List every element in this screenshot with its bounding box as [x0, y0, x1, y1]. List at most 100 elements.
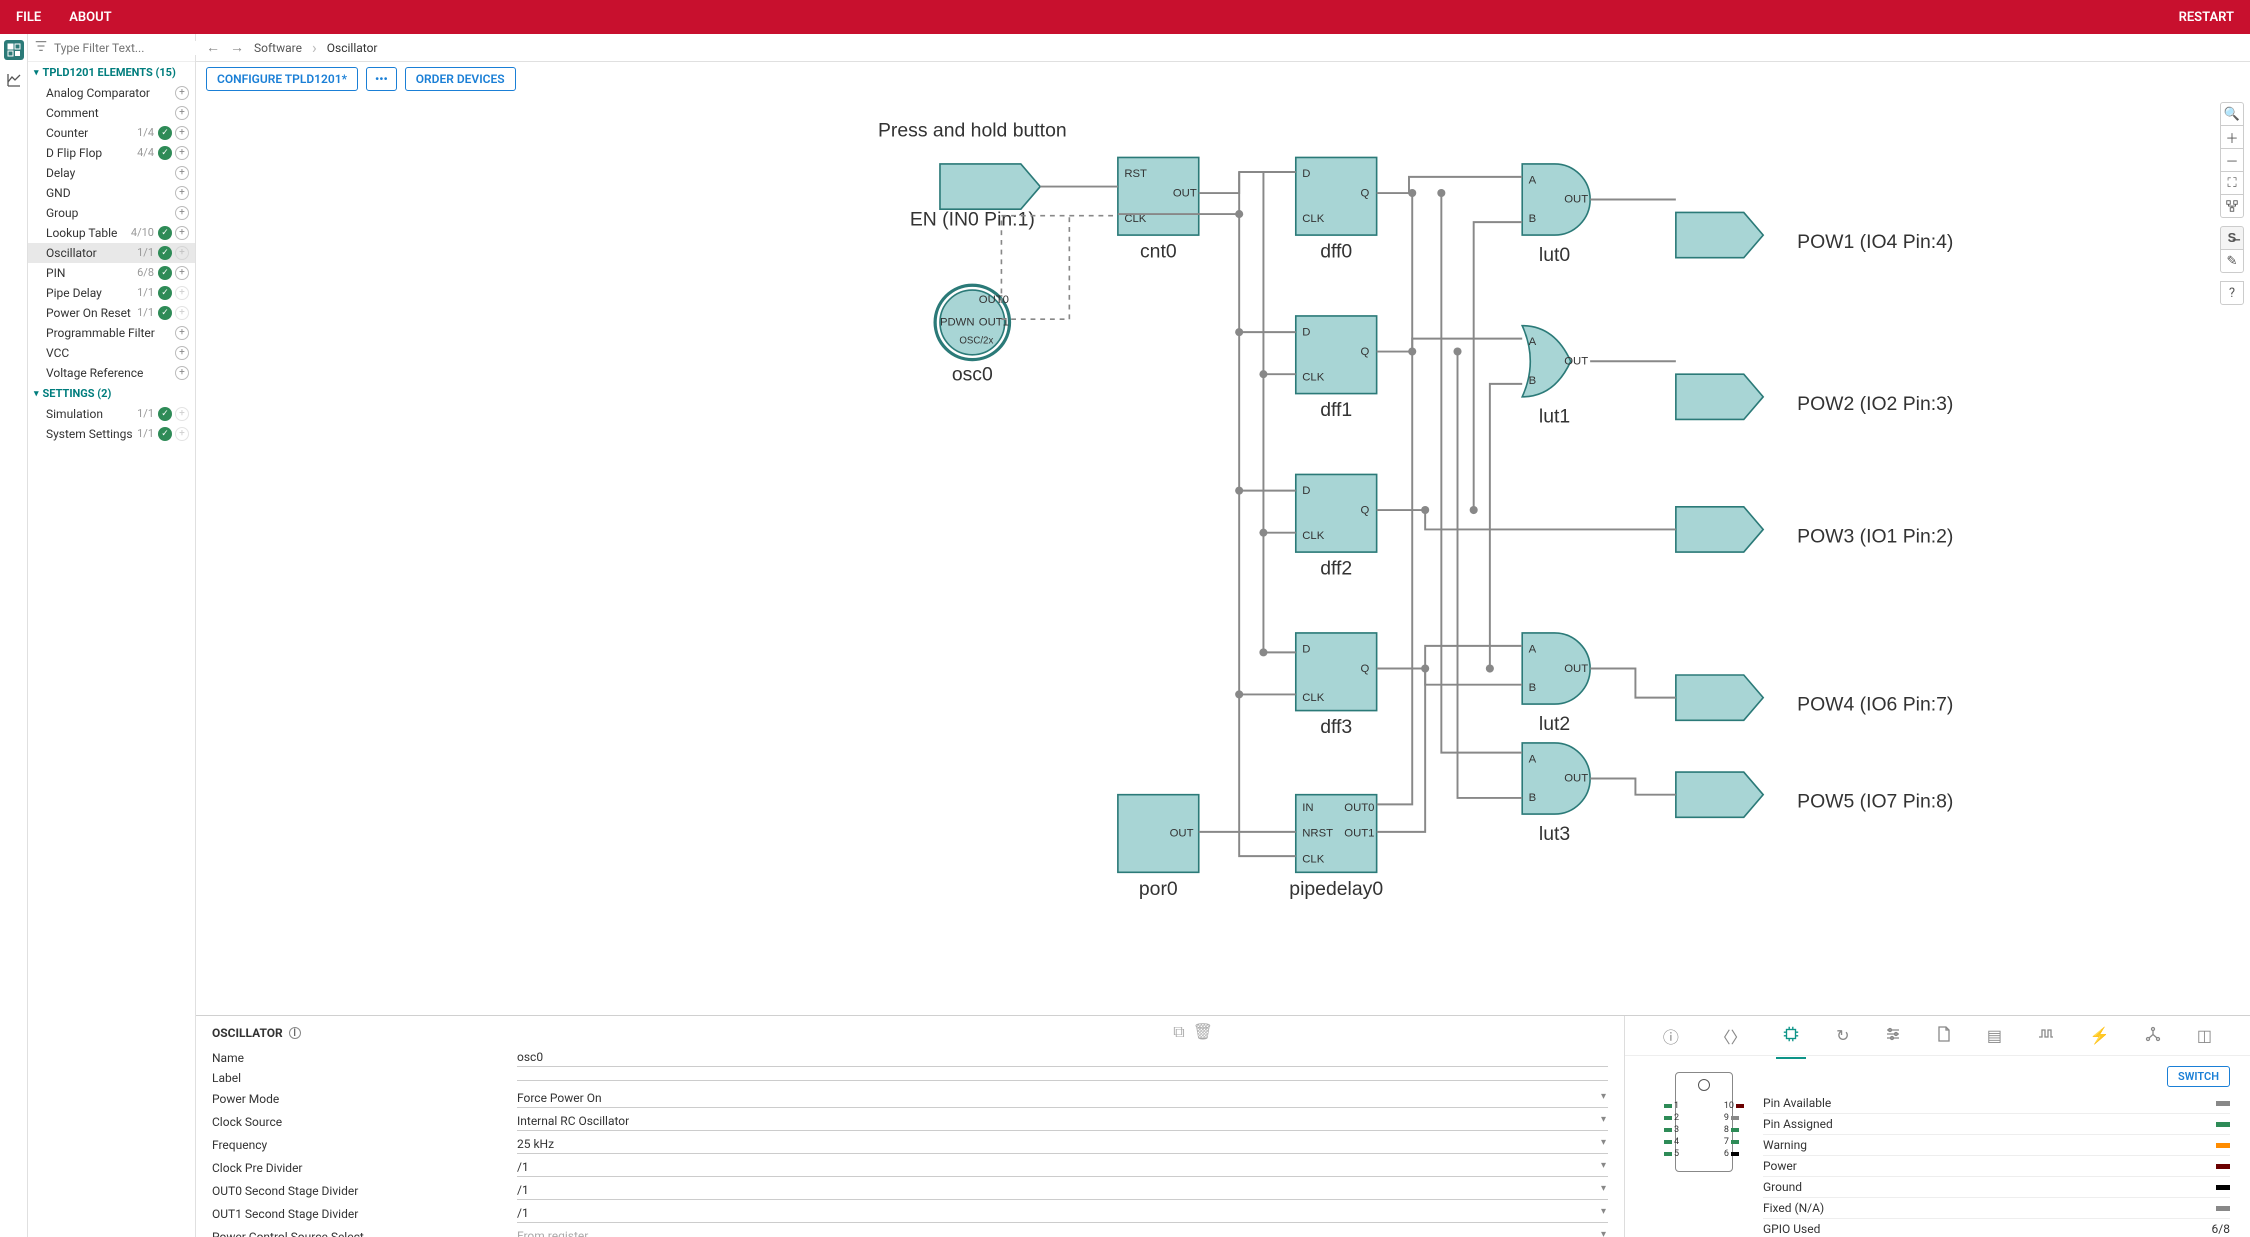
block-pow3[interactable]: POW3 (IO1 Pin:2)	[1676, 507, 1954, 552]
tab-chip-icon[interactable]	[1782, 1025, 1800, 1047]
tree-item[interactable]: Oscillator1/1✓+	[28, 243, 195, 263]
more-actions-button[interactable]: •••	[366, 67, 397, 91]
file-menu[interactable]: FILE	[16, 10, 41, 25]
tree-item[interactable]: Programmable Filter+	[28, 323, 195, 343]
tree-item[interactable]: Voltage Reference+	[28, 363, 195, 383]
route-icon[interactable]: S̶	[2220, 226, 2244, 250]
tab-grid-icon[interactable]: ▤	[1987, 1026, 2002, 1045]
block-lut3[interactable]: A B OUT lut3	[1522, 743, 1590, 845]
tree-item[interactable]: Simulation1/1✓+	[28, 404, 195, 424]
switch-button[interactable]: SWITCH	[2167, 1066, 2230, 1087]
block-cnt0[interactable]: RST OUT CLK cnt0	[1118, 157, 1199, 262]
schematic-canvas[interactable]: .blk { fill:#a8d5d5; stroke:#2b7a78; str…	[196, 96, 2250, 1015]
nav-forward-icon[interactable]: →	[230, 39, 244, 56]
block-por0[interactable]: OUT por0	[1118, 795, 1199, 900]
zoom-search-icon[interactable]: 🔍	[2220, 102, 2244, 126]
property-select[interactable]: 25 kHz	[517, 1135, 1608, 1154]
add-icon[interactable]: +	[175, 186, 189, 200]
block-dff0[interactable]: D Q CLK dff0	[1296, 157, 1377, 262]
tree-item[interactable]: Lookup Table4/10✓+	[28, 223, 195, 243]
block-lut0[interactable]: A B OUT lut0	[1522, 164, 1590, 266]
tree-item[interactable]: Power On Reset1/1✓+	[28, 303, 195, 323]
crumb-software[interactable]: Software	[254, 41, 302, 55]
tree-item[interactable]: Delay+	[28, 163, 195, 183]
block-pow4[interactable]: POW4 (IO6 Pin:7)	[1676, 675, 1954, 720]
zoom-in-icon[interactable]: ＋	[2220, 125, 2244, 149]
property-select[interactable]: /1	[517, 1204, 1608, 1223]
zoom-out-icon[interactable]: －	[2220, 148, 2244, 172]
element-tree[interactable]: ▾ TPLD1201 ELEMENTS (15) Analog Comparat…	[28, 62, 195, 1237]
add-icon[interactable]: +	[175, 126, 189, 140]
block-lut2[interactable]: A B OUT lut2	[1522, 633, 1590, 735]
chart-view-icon[interactable]	[4, 70, 24, 90]
tree-item-count: 4/10	[131, 225, 154, 241]
tab-info-icon[interactable]: ⓘ	[1663, 1024, 1679, 1048]
tab-sliders-icon[interactable]	[1885, 1026, 1901, 1046]
add-icon[interactable]: +	[175, 346, 189, 360]
legend-row: Warning	[1763, 1135, 2230, 1156]
tab-code-icon[interactable]: 〈〉	[1715, 1024, 1747, 1048]
property-input[interactable]: osc0	[517, 1048, 1608, 1067]
block-dff2[interactable]: D Q CLK dff2	[1296, 474, 1377, 579]
block-osc0[interactable]: OUT0 PDWN OUT1 OSC/2x osc0	[935, 285, 1009, 385]
block-pow5[interactable]: POW5 (IO7 Pin:8)	[1676, 772, 1954, 817]
tab-history-icon[interactable]: ↻	[1836, 1026, 1849, 1045]
tree-item[interactable]: D Flip Flop4/4✓+	[28, 143, 195, 163]
configure-button[interactable]: CONFIGURE TPLD1201*	[206, 67, 358, 91]
svg-text:dff3: dff3	[1320, 716, 1352, 738]
nav-back-icon[interactable]: ←	[206, 39, 220, 56]
add-icon[interactable]: +	[175, 106, 189, 120]
delete-icon[interactable]: 🗑	[1193, 1022, 1213, 1042]
property-select[interactable]: /1	[517, 1158, 1608, 1177]
tree-group-settings[interactable]: ▾ SETTINGS (2)	[28, 383, 195, 404]
order-devices-button[interactable]: ORDER DEVICES	[405, 67, 516, 91]
add-icon[interactable]: +	[175, 226, 189, 240]
help-icon[interactable]: ?	[2220, 281, 2244, 305]
tab-file-icon[interactable]	[1937, 1026, 1951, 1046]
tab-network-icon[interactable]	[2145, 1026, 2161, 1046]
property-select[interactable]: Force Power On	[517, 1089, 1608, 1108]
tab-panel-icon[interactable]: ◫	[2197, 1026, 2212, 1045]
add-icon[interactable]: +	[175, 326, 189, 340]
property-row: OUT1 Second Stage Divider/1	[212, 1204, 1608, 1223]
block-pow2[interactable]: POW2 (IO2 Pin:3)	[1676, 374, 1954, 419]
add-icon[interactable]: +	[175, 206, 189, 220]
add-icon[interactable]: +	[175, 366, 189, 380]
restart-button[interactable]: RESTART	[2179, 10, 2234, 25]
block-pipedelay0[interactable]: IN OUT0 NRST OUT1 CLK pipedelay0	[1289, 795, 1383, 900]
tree-group-elements[interactable]: ▾ TPLD1201 ELEMENTS (15)	[28, 62, 195, 83]
tree-item[interactable]: PIN6/8✓+	[28, 263, 195, 283]
property-select[interactable]: /1	[517, 1181, 1608, 1200]
tree-item[interactable]: GND+	[28, 183, 195, 203]
block-en[interactable]: EN (IN0 Pin:1)	[910, 164, 1040, 230]
tree-item[interactable]: Pipe Delay1/1✓+	[28, 283, 195, 303]
zoom-fit-icon[interactable]: ⛶	[2220, 171, 2244, 195]
layout-icon[interactable]	[2220, 194, 2244, 218]
add-icon[interactable]: +	[175, 266, 189, 280]
about-menu[interactable]: ABOUT	[69, 10, 111, 25]
filter-icon[interactable]	[34, 39, 48, 56]
property-label: Frequency	[212, 1138, 517, 1152]
block-dff1[interactable]: D Q CLK dff1	[1296, 316, 1377, 421]
tab-bolt-icon[interactable]: ⚡	[2089, 1026, 2109, 1045]
tree-item[interactable]: Comment+	[28, 103, 195, 123]
add-icon[interactable]: +	[175, 86, 189, 100]
block-pow1[interactable]: POW1 (IO4 Pin:4)	[1676, 212, 1954, 257]
edit-icon[interactable]: ✎	[2220, 249, 2244, 273]
block-lut1[interactable]: A B OUT lut1	[1522, 326, 1588, 428]
tab-pulse-icon[interactable]	[2038, 1026, 2054, 1045]
filter-input[interactable]	[54, 41, 210, 55]
add-icon[interactable]: +	[175, 146, 189, 160]
property-select[interactable]: Internal RC Oscillator	[517, 1112, 1608, 1131]
info-icon[interactable]: i	[289, 1027, 301, 1039]
property-input[interactable]	[517, 1076, 1608, 1081]
block-dff3[interactable]: D Q CLK dff3	[1296, 633, 1377, 738]
tree-item[interactable]: System Settings1/1✓+	[28, 424, 195, 444]
add-icon[interactable]: +	[175, 166, 189, 180]
tree-item[interactable]: Counter1/4✓+	[28, 123, 195, 143]
tree-item[interactable]: Analog Comparator+	[28, 83, 195, 103]
copy-icon[interactable]: ⧉	[1173, 1022, 1184, 1042]
blocks-view-icon[interactable]	[4, 40, 24, 60]
tree-item[interactable]: VCC+	[28, 343, 195, 363]
tree-item[interactable]: Group+	[28, 203, 195, 223]
